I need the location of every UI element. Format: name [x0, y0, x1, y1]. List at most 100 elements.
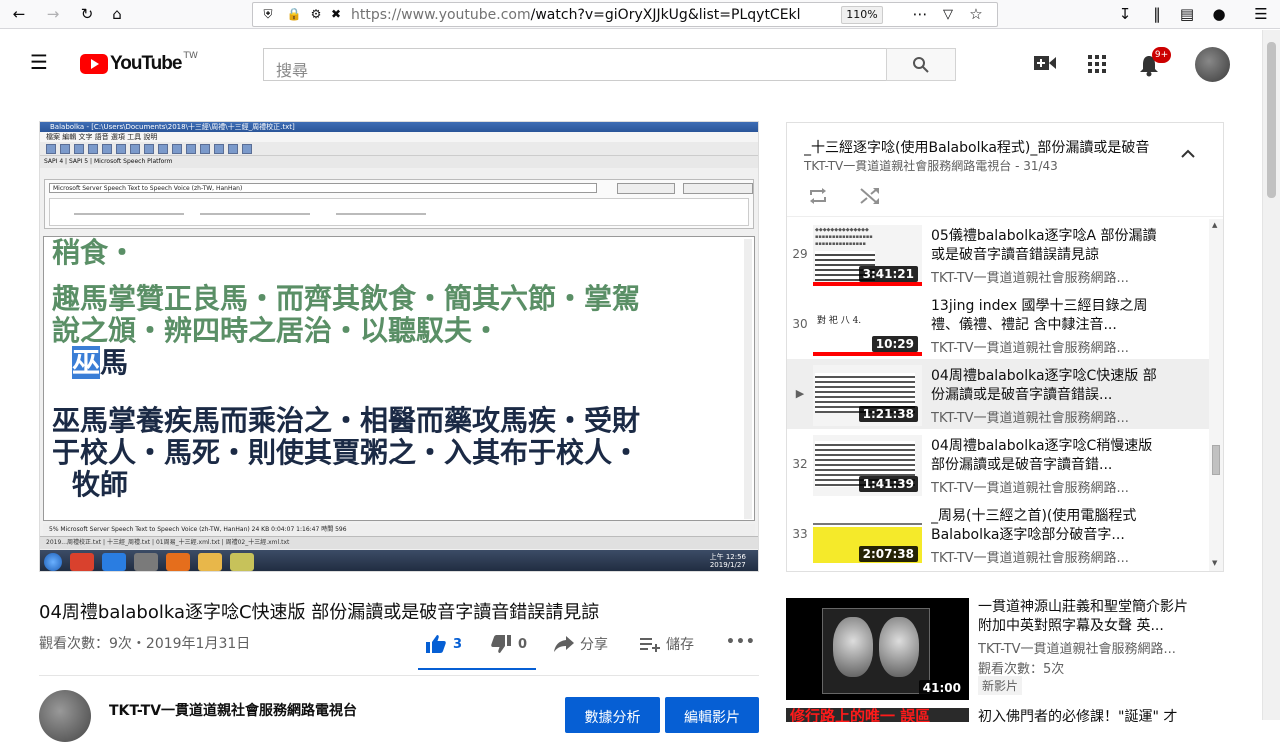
- loop-icon[interactable]: [808, 187, 828, 205]
- zoom-indicator[interactable]: 110%: [841, 6, 883, 24]
- playlist-item-title[interactable]: 05儀禮balabolka逐字唸A 部份漏讀或是破音字讀音錯誤請見諒: [931, 227, 1161, 265]
- shield-icon[interactable]: ⛨: [257, 4, 279, 24]
- home-icon[interactable]: ⌂: [106, 4, 128, 24]
- like-count: 3: [453, 636, 463, 652]
- youtube-logo[interactable]: YouTube TW: [80, 51, 198, 76]
- playlist-item-title[interactable]: 04周禮balabolka逐字唸C稍慢速版 部份漏讀或是破音字讀音錯...: [931, 437, 1161, 475]
- back-icon[interactable]: ←: [8, 4, 30, 24]
- bookmark-star-icon[interactable]: ☆: [965, 4, 987, 24]
- playlist-item-index: 33: [792, 527, 808, 541]
- playlist-item-title[interactable]: 04周禮balabolka逐字唸C快速版 部份漏讀或是破音字讀音錯誤...: [931, 367, 1161, 405]
- recorded-file-tabs: 2019...周禮校正.txt | 十三經_周禮.txt | 01周易_十三經.…: [40, 536, 758, 549]
- playlist-item-channel[interactable]: TKT-TV一貫道道親社會服務網路...: [931, 547, 1161, 566]
- doc-line-1: 稍食・: [52, 236, 137, 269]
- playlist-item-channel[interactable]: TKT-TV一貫道道親社會服務網路...: [931, 477, 1161, 496]
- recorded-status-bar: 5% Microsoft Server Speech Text to Speec…: [43, 524, 755, 536]
- autoplay-blocked-icon[interactable]: ✖: [325, 4, 347, 24]
- hamburger-menu-icon[interactable]: ☰: [28, 50, 50, 74]
- video-title: 04周禮balabolka逐字唸C快速版 部份漏讀或是破音字讀音錯誤請見諒: [39, 602, 600, 623]
- downloads-icon[interactable]: ↧: [1114, 4, 1136, 24]
- search-input[interactable]: 搜尋: [263, 48, 886, 81]
- watch-progress-bar: [813, 282, 922, 286]
- apps-grid-icon[interactable]: [1088, 55, 1106, 73]
- logo-region: TW: [183, 51, 198, 61]
- library-icon[interactable]: ‖: [1146, 4, 1168, 24]
- more-actions-button[interactable]: •••: [726, 634, 756, 650]
- playlist-thumbnail[interactable]: 2:07:38: [813, 505, 922, 566]
- doc-line-3: 說之頒・辨四時之居治・以聽馭夫・: [52, 314, 501, 347]
- recommended-thumbnail[interactable]: 41:00: [786, 598, 969, 700]
- video-player[interactable]: Balabolka - [C:\Users\Documents\2018\十三經…: [39, 121, 759, 572]
- playlist-item[interactable]: 32 1:41:39 04周禮balabolka逐字唸C稍慢速版 部份漏讀或是破…: [787, 429, 1209, 499]
- youtube-play-icon: [80, 54, 108, 74]
- page-actions-icon[interactable]: ⋯: [909, 4, 931, 24]
- reload-icon[interactable]: ↻: [76, 4, 98, 24]
- recorded-app-menu: 檔案 編輯 文字 語音 選項 工具 說明: [40, 132, 758, 142]
- forward-icon[interactable]: →: [42, 4, 64, 24]
- playlist-item-title[interactable]: 13jing index 國學十三經目錄之周禮、儀禮、禮記 含中隸注音...: [931, 297, 1161, 335]
- playlist-item-current[interactable]: ▶ 1:21:38 04周禮balabolka逐字唸C快速版 部份漏讀或是破音字…: [787, 359, 1209, 429]
- doc-line-5: 巫馬掌養疾馬而乘治之・相醫而藥攻馬疾・受財: [52, 404, 641, 437]
- notification-count-badge: 9+: [1152, 47, 1171, 63]
- recommended-channel[interactable]: TKT-TV一貫道道親社會服務網路...: [978, 638, 1193, 657]
- page-scrollbar-thumb[interactable]: [1267, 42, 1276, 198]
- doc-line-4-rest: 馬: [100, 346, 129, 379]
- playlist-item-channel[interactable]: TKT-TV一貫道道親社會服務網路...: [931, 407, 1161, 426]
- playlist-item-channel[interactable]: TKT-TV一貫道道親社會服務網路...: [931, 267, 1161, 286]
- playlist-thumbnail[interactable]: 1:21:38: [813, 365, 922, 426]
- search-button[interactable]: [886, 48, 956, 81]
- lock-icon[interactable]: 🔒: [283, 4, 305, 24]
- like-button[interactable]: 3: [425, 634, 462, 654]
- recommended-title[interactable]: 一貫道神源山莊義和聖堂簡介影片附加中英對照字幕及女聲 英...: [978, 598, 1188, 636]
- playlist-add-icon: [640, 638, 660, 652]
- divider: [39, 675, 759, 676]
- pocket-icon[interactable]: ▽: [937, 4, 959, 24]
- playlist-item[interactable]: 29 ◆◆◆◆◆◆◆◆◆◆◆◆◆◆ ▪▪▪▪▪▪▪▪▪▪▪▪▪▪▪▪▪ ▪▪▪▪▪▪…: [787, 219, 1209, 289]
- analytics-button[interactable]: 數據分析: [565, 697, 660, 733]
- playlist-scrollbar[interactable]: ▲ ▼: [1209, 219, 1223, 571]
- scroll-up-arrow-icon[interactable]: ▲: [1212, 221, 1217, 229]
- collapse-chevron-icon[interactable]: [1181, 149, 1195, 159]
- sidebar-icon[interactable]: ▤: [1176, 4, 1198, 24]
- playlist-scrollbar-thumb[interactable]: [1212, 445, 1220, 475]
- permissions-icon[interactable]: ⚙: [305, 4, 327, 24]
- recorded-button-2: [683, 183, 753, 194]
- doc-line-7: 牧師: [72, 468, 129, 501]
- shuffle-icon[interactable]: [860, 187, 880, 205]
- channel-name[interactable]: TKT-TV一貫道道親社會服務網路電視台: [109, 700, 357, 720]
- recommended-video[interactable]: 41:00 一貫道神源山莊義和聖堂簡介影片附加中英對照字幕及女聲 英... TK…: [786, 598, 1226, 702]
- url-bar[interactable]: ⛨ 🔒 ⚙ ✖ https://www.youtube.com/watch?v=…: [252, 2, 998, 27]
- playlist-subtitle[interactable]: TKT-TV一貫道道親社會服務網路電視台 - 31/43: [804, 157, 1058, 174]
- recorded-app-titlebar: Balabolka - [C:\Users\Documents\2018\十三經…: [40, 122, 758, 132]
- user-avatar[interactable]: [1195, 47, 1230, 82]
- share-label: 分享: [580, 637, 608, 653]
- doc-line-2: 趣馬掌贊正良馬・而齊其飲食・簡其六節・掌駕: [52, 282, 641, 315]
- recorded-taskbar: 上午 12:56 2019/1/27: [40, 550, 758, 571]
- recorded-text-document: 稍食・ 趣馬掌贊正良馬・而齊其飲食・簡其六節・掌駕 說之頒・辨四時之居治・以聽馭…: [43, 236, 755, 521]
- playlist-item[interactable]: 33 2:07:38 _周易(十三經之首)(使用電腦程式Balabolka逐字唸…: [787, 499, 1209, 569]
- playlist-thumbnail[interactable]: 1:41:39: [813, 435, 922, 496]
- recorded-sliders: [49, 198, 749, 226]
- share-button[interactable]: 分享: [554, 634, 608, 654]
- playlist-items: 29 ◆◆◆◆◆◆◆◆◆◆◆◆◆◆ ▪▪▪▪▪▪▪▪▪▪▪▪▪▪▪▪▪ ▪▪▪▪▪▪…: [787, 219, 1209, 571]
- edit-video-button[interactable]: 編輯影片: [665, 697, 759, 733]
- create-video-icon[interactable]: [1034, 55, 1056, 71]
- doc-highlighted-word: 巫: [72, 346, 101, 379]
- video-views-date: 觀看次數：9次・2019年1月31日: [39, 636, 251, 652]
- scroll-down-arrow-icon[interactable]: ▼: [1212, 559, 1217, 567]
- playlist-thumbnail[interactable]: 對 祀 八 4. 10:29: [813, 295, 922, 356]
- menu-icon[interactable]: ☰: [1250, 4, 1272, 24]
- playlist-item-channel[interactable]: TKT-TV一貫道道親社會服務網路...: [931, 337, 1161, 356]
- save-button[interactable]: 儲存: [640, 634, 694, 654]
- page-scrollbar[interactable]: [1262, 30, 1280, 720]
- channel-avatar[interactable]: [39, 690, 91, 742]
- playlist-thumbnail[interactable]: ◆◆◆◆◆◆◆◆◆◆◆◆◆◆ ▪▪▪▪▪▪▪▪▪▪▪▪▪▪▪▪▪ ▪▪▪▪▪▪▪▪▪…: [813, 225, 922, 286]
- recorded-voice-panel: Microsoft Server Speech Text to Speech V…: [44, 179, 754, 229]
- playlist-item-index: 32: [792, 457, 808, 471]
- recorded-voice-select: Microsoft Server Speech Text to Speech V…: [49, 183, 597, 193]
- playlist-item[interactable]: 30 對 祀 八 4. 10:29 13jing index 國學十三經目錄之周…: [787, 289, 1209, 359]
- playlist-item-title[interactable]: _周易(十三經之首)(使用電腦程式Balabolka逐字唸部分破音字...: [931, 507, 1161, 545]
- playlist-title[interactable]: _十三經逐字唸(使用Balabolka程式)_部份漏讀或是破音: [804, 137, 1170, 157]
- account-icon[interactable]: ●: [1208, 4, 1230, 24]
- dislike-button[interactable]: 0: [490, 634, 527, 654]
